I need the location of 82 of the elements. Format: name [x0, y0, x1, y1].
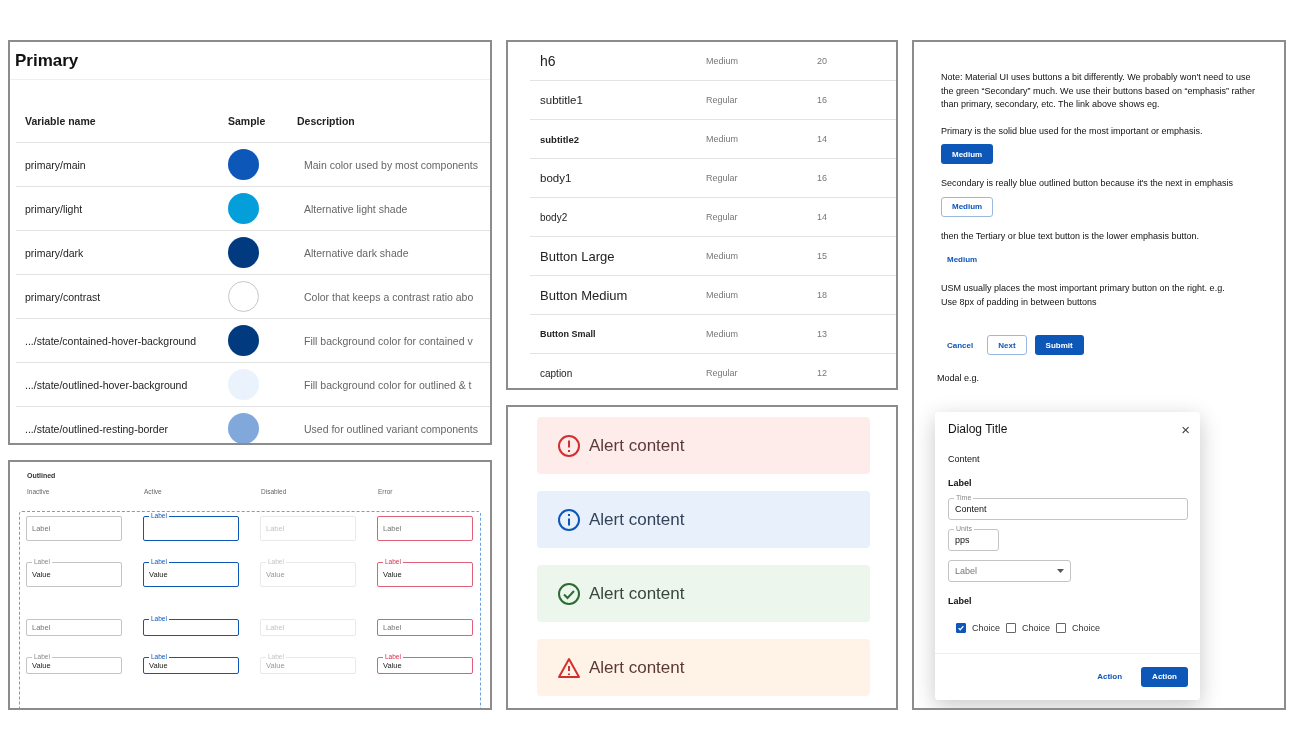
font-size: 13: [817, 329, 828, 339]
style-name: Button Small: [540, 329, 597, 339]
alert-message: Alert content: [589, 509, 685, 530]
button[interactable]: Medium: [941, 144, 994, 164]
group-label: Label: [948, 477, 973, 488]
font-size: 16: [817, 173, 828, 183]
font-weight: Regular: [706, 368, 739, 378]
column-header: Variable name: [25, 114, 97, 127]
style-name: Button Medium: [540, 287, 629, 303]
description: Alternative light shade: [303, 202, 409, 215]
font-weight: Medium: [706, 134, 739, 144]
button[interactable]: Cancel: [941, 335, 980, 355]
font-weight: Regular: [706, 173, 739, 183]
field-value: Content: [955, 503, 987, 514]
font-size: 14: [817, 212, 828, 222]
note-text: Secondary is really blue outlined button because it's the next in emphasis: [941, 177, 1234, 190]
variable-name: primary/dark: [25, 246, 85, 259]
font-size: 12: [817, 368, 828, 378]
checkbox[interactable]: [956, 622, 966, 633]
note-text: Primary is the solid blue used for the most important or emphasis.: [941, 124, 1204, 138]
description: Color that keeps a contrast ratio abo: [303, 290, 475, 303]
font-weight: Regular: [706, 212, 739, 222]
checkbox-label: Choice: [972, 622, 1000, 633]
font-size: 16: [817, 95, 828, 105]
description: Fill background color for contained v: [303, 334, 474, 347]
font-weight: Regular: [706, 95, 739, 105]
variable-name: primary/main: [25, 158, 87, 171]
variable-name: .../state/outlined-resting-border: [25, 422, 169, 435]
variable-name: .../state/outlined-hover-background: [25, 378, 189, 391]
variable-name: primary/contrast: [25, 290, 102, 303]
font-size: 15: [817, 251, 828, 261]
check-circle-icon: [557, 581, 581, 606]
font-size: 18: [817, 290, 828, 300]
font-size: 20: [817, 56, 828, 66]
style-name: body2: [540, 211, 569, 223]
style-name: subtitle1: [540, 94, 584, 106]
caret-icon: [1057, 568, 1064, 573]
caption-text: Modal e.g.: [937, 372, 981, 385]
section-title: Primary: [10, 42, 490, 80]
button[interactable]: Action: [1141, 666, 1188, 687]
checkbox-label: Choice: [1072, 622, 1101, 633]
variable-name: primary/light: [25, 202, 84, 215]
description: Fill background color for outlined & t: [303, 378, 473, 391]
field-placeholder: Label: [955, 565, 978, 576]
button[interactable]: Submit: [1034, 335, 1084, 355]
checkbox-label: Choice: [1022, 622, 1051, 633]
alert-message: Alert content: [589, 657, 685, 678]
info-icon: [557, 507, 581, 532]
error-icon: [557, 433, 581, 458]
button[interactable]: Next: [987, 335, 1027, 355]
style-name: subtitle2: [540, 133, 581, 145]
description: Main color used by most components: [303, 158, 479, 171]
button[interactable]: Medium: [941, 249, 984, 269]
warning-icon: [557, 655, 581, 680]
font-weight: Medium: [706, 251, 739, 261]
style-name: caption: [540, 367, 574, 379]
button[interactable]: Medium: [941, 196, 994, 217]
group-label: Label: [948, 595, 973, 606]
style-name: Button Large: [540, 248, 616, 264]
style-name: h6: [540, 53, 557, 69]
note-text: then the Tertiary or blue text button is the lower emphasis button.: [941, 229, 1200, 243]
font-weight: Medium: [706, 290, 739, 300]
alert-message: Alert content: [589, 583, 685, 604]
checkbox[interactable]: [1006, 622, 1016, 633]
field-value: pps: [955, 534, 970, 545]
font-size: 14: [817, 134, 828, 144]
select-field[interactable]: Label: [948, 559, 1071, 582]
alert-message: Alert content: [589, 435, 685, 456]
font-weight: Medium: [706, 56, 739, 66]
dialog-title: Dialog Title: [948, 422, 1008, 436]
description: Alternative dark shade: [303, 246, 410, 259]
checkbox[interactable]: [1056, 622, 1067, 633]
style-name: body1: [540, 172, 573, 184]
note-text: Note: Material UI uses buttons a bit differently. We probably won't need to use the green “Secondary” much. We use their buttons based on “emphasis” rather than primary, secondary, etc. The link above shows eg.: [941, 71, 1256, 111]
variable-name: .../state/contained-hover-background: [25, 334, 198, 347]
dialog-text: Content: [948, 453, 981, 464]
font-weight: Medium: [706, 329, 739, 339]
column-header: Sample: [228, 114, 267, 127]
note-text: USM usually places the most important primary button on the right. e.g. Use 8px of padding in between buttons: [941, 282, 1226, 309]
description: Used for outlined variant components: [303, 422, 479, 435]
button[interactable]: Action: [1091, 666, 1129, 687]
column-header: Description: [297, 114, 356, 127]
